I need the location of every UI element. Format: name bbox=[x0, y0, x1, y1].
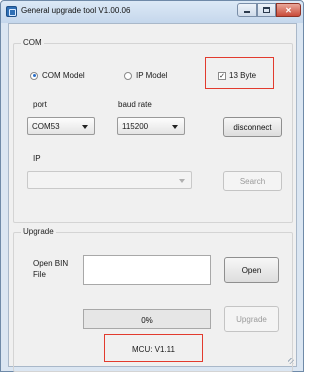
byte13-checkbox[interactable]: ✓ 13 Byte bbox=[218, 71, 256, 80]
baud-rate-select-value: 115200 bbox=[122, 122, 149, 131]
open-bin-file-label: Open BIN File bbox=[33, 259, 69, 279]
com-group: COM COM Model IP Model ✓ 13 Byte port ba… bbox=[13, 38, 293, 223]
resize-grip[interactable] bbox=[288, 358, 294, 364]
mcu-version-label: MCU: V1.11 bbox=[132, 345, 175, 354]
baud-rate-label: baud rate bbox=[118, 100, 152, 109]
upgrade-progress-bar: 0% bbox=[83, 309, 211, 329]
window-title: General upgrade tool V1.00.06 bbox=[21, 6, 131, 15]
minimize-button[interactable] bbox=[237, 3, 257, 17]
open-button[interactable]: Open bbox=[224, 257, 279, 283]
title-bar[interactable]: General upgrade tool V1.00.06 ✕ bbox=[1, 1, 303, 23]
check-icon: ✓ bbox=[218, 71, 226, 80]
dropdown-arrow-icon bbox=[82, 125, 88, 129]
close-icon: ✕ bbox=[285, 5, 292, 15]
disconnect-button[interactable]: disconnect bbox=[223, 117, 282, 137]
app-window: General upgrade tool V1.00.06 ✕ COM COM … bbox=[0, 0, 304, 372]
byte13-label: 13 Byte bbox=[229, 71, 257, 80]
baud-rate-select[interactable]: 115200 bbox=[117, 117, 185, 135]
app-icon bbox=[6, 6, 17, 17]
port-label: port bbox=[33, 100, 47, 109]
dropdown-arrow-icon bbox=[172, 125, 178, 129]
progress-text: 0% bbox=[141, 316, 153, 325]
ip-label: IP bbox=[33, 154, 41, 163]
port-select-value: COM53 bbox=[32, 122, 60, 131]
ip-model-label: IP Model bbox=[136, 71, 168, 80]
port-select[interactable]: COM53 bbox=[27, 117, 95, 135]
upgrade-group-title: Upgrade bbox=[21, 227, 56, 236]
maximize-button[interactable] bbox=[257, 3, 276, 17]
com-model-label: COM Model bbox=[42, 71, 85, 80]
minimize-icon bbox=[244, 11, 250, 13]
ip-model-radio[interactable]: IP Model bbox=[124, 71, 167, 80]
mcu-version-highlight: MCU: V1.11 bbox=[104, 334, 203, 362]
dropdown-arrow-icon bbox=[179, 179, 185, 183]
ip-model-radio-dot bbox=[124, 71, 132, 80]
upgrade-button[interactable]: Upgrade bbox=[224, 306, 279, 332]
bin-file-path-input[interactable] bbox=[83, 255, 211, 285]
com-model-radio-dot bbox=[30, 71, 38, 80]
client-area: COM COM Model IP Model ✓ 13 Byte port ba… bbox=[8, 23, 297, 372]
close-button[interactable]: ✕ bbox=[276, 3, 301, 17]
com-model-radio[interactable]: COM Model bbox=[30, 71, 85, 80]
search-button[interactable]: Search bbox=[223, 171, 282, 191]
maximize-icon bbox=[263, 7, 270, 13]
ip-select[interactable] bbox=[27, 171, 192, 189]
com-group-title: COM bbox=[21, 38, 44, 47]
